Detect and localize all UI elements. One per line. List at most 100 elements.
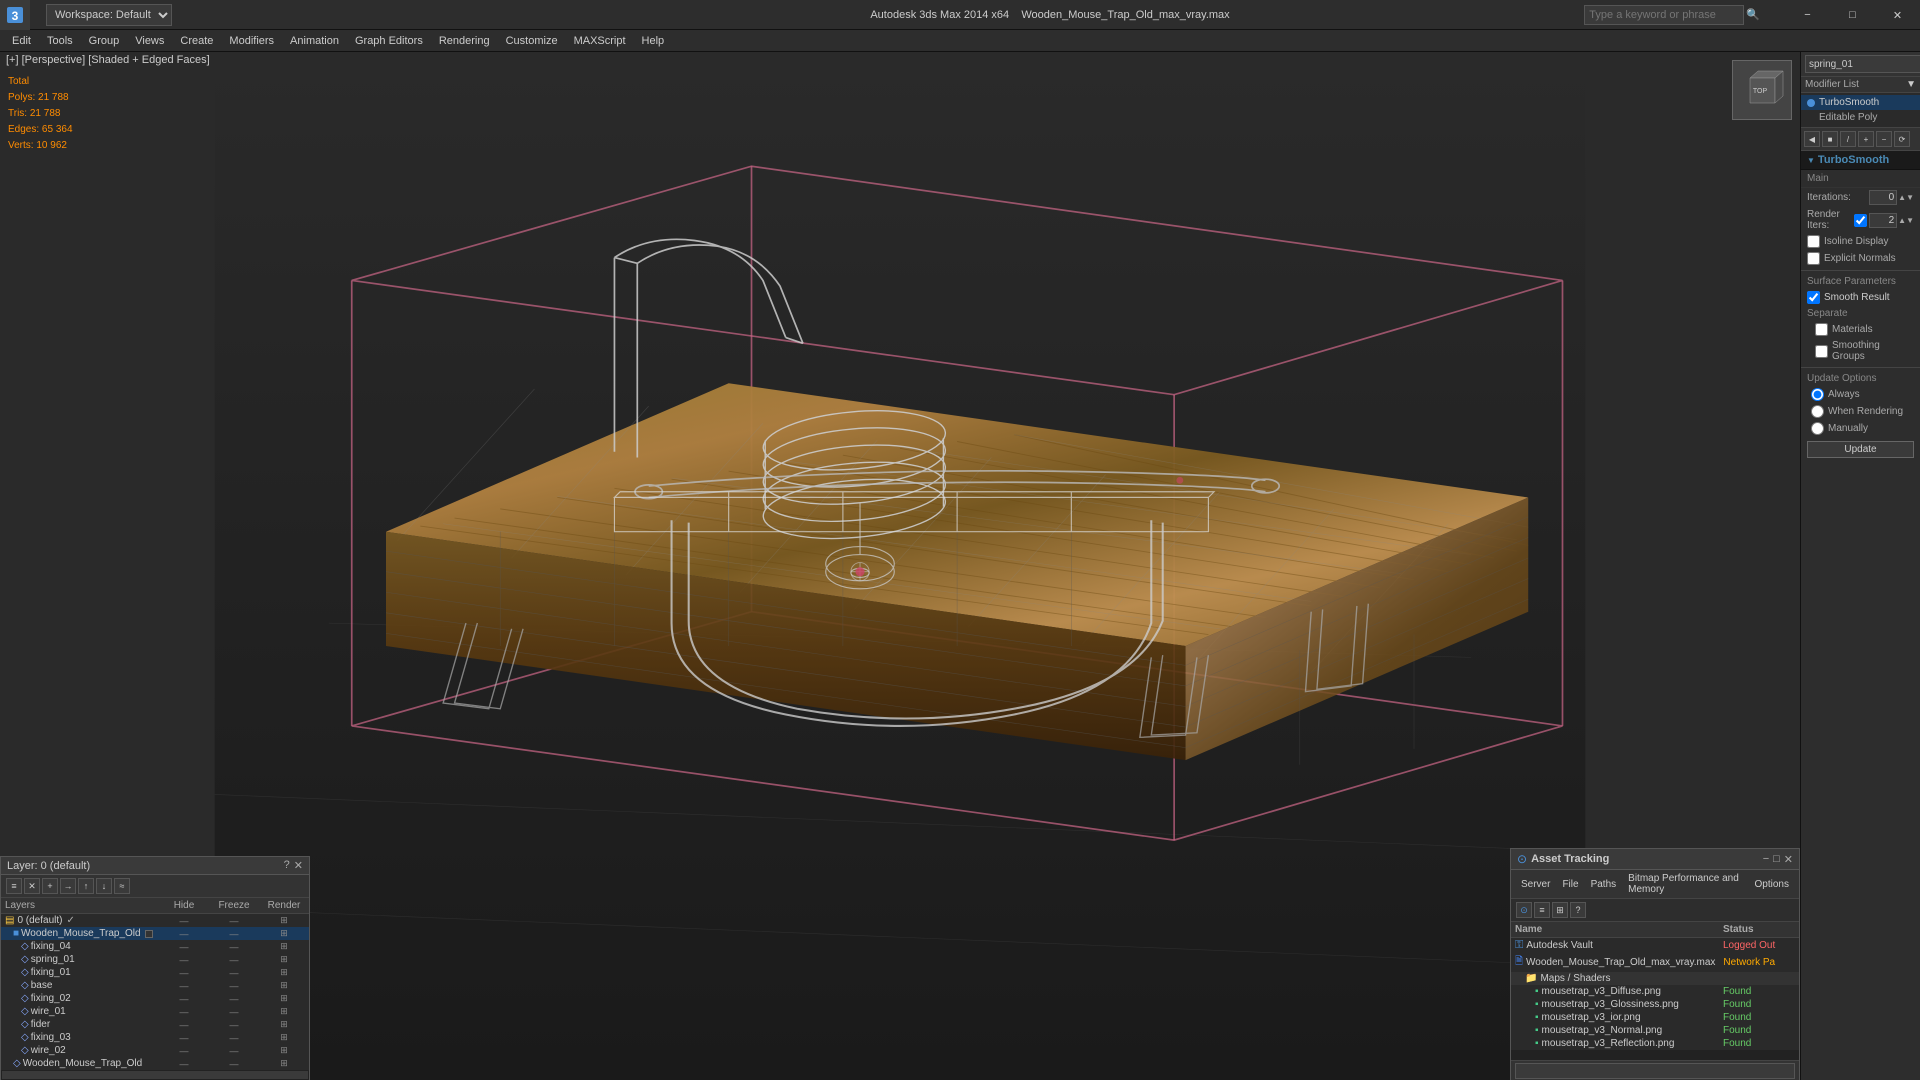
layer-toolbar-btn-1[interactable]: ≡	[6, 878, 22, 894]
ts-iterations-spinner[interactable]: ▲▼	[1898, 193, 1914, 202]
ts-explicit-label: Explicit Normals	[1824, 253, 1896, 264]
asset-menu-options[interactable]: Options	[1749, 878, 1795, 891]
workspace-select[interactable]: Workspace: Default	[46, 4, 172, 26]
menu-customize[interactable]: Customize	[498, 33, 566, 49]
asset-row-diffuse[interactable]: ▪ mousetrap_v3_Diffuse.png Found	[1511, 985, 1799, 998]
asset-toolbar-btn-4[interactable]: ?	[1570, 902, 1586, 918]
ts-render-iters-checkbox[interactable]	[1854, 214, 1867, 227]
modifier-icon-btn-6[interactable]: ⟳	[1894, 131, 1910, 147]
search-icon[interactable]: 🔍	[1746, 8, 1760, 21]
ts-smoothing-checkbox[interactable]	[1815, 345, 1828, 358]
layer-row-fixing01[interactable]: ◇fixing_01 ——⊞	[1, 966, 309, 979]
asset-rows: ⚿ Autodesk Vault Logged Out 🗎 Wooden_Mou…	[1511, 938, 1799, 1050]
menu-views[interactable]: Views	[127, 33, 172, 49]
ts-render-iters-input[interactable]	[1869, 213, 1897, 228]
turbosmooth-section-header[interactable]: ▼ TurboSmooth	[1801, 151, 1920, 170]
modifier-icon-btn-2[interactable]: ■	[1822, 131, 1838, 147]
right-sidebar: Modifier List ▼ TurboSmooth Editable Pol…	[1800, 52, 1920, 1080]
layer-toolbar-btn-7[interactable]: ≈	[114, 878, 130, 894]
layer-toolbar-btn-3[interactable]: +	[42, 878, 58, 894]
modifier-list-dropdown[interactable]: ▼	[1906, 79, 1916, 90]
layer-row-fixing03[interactable]: ◇fixing_03 ——⊞	[1, 1031, 309, 1044]
asset-scrollbar[interactable]	[1511, 1050, 1799, 1060]
layer-row-wooden-trap-2[interactable]: ◇Wooden_Mouse_Trap_Old ——⊞	[1, 1057, 309, 1070]
ts-when-rendering-radio[interactable]	[1811, 405, 1824, 418]
modifier-editable-poly[interactable]: Editable Poly	[1801, 110, 1920, 125]
layer-toolbar-btn-5[interactable]: ↑	[78, 878, 94, 894]
modifier-icon-btn-4[interactable]: +	[1858, 131, 1874, 147]
asset-row-maps-folder[interactable]: 📁 Maps / Shaders	[1511, 972, 1799, 985]
vault-status: Logged Out	[1719, 940, 1799, 951]
layer-toolbar-btn-4[interactable]: →	[60, 878, 76, 894]
asset-minimize-button[interactable]: −	[1763, 853, 1769, 866]
ts-materials-checkbox[interactable]	[1815, 323, 1828, 336]
asset-row-reflection[interactable]: ▪ mousetrap_v3_Reflection.png Found	[1511, 1037, 1799, 1050]
layer-toolbar-btn-6[interactable]: ↓	[96, 878, 112, 894]
menu-rendering[interactable]: Rendering	[431, 33, 498, 49]
modifier-icon-btn-1[interactable]: ◀	[1804, 131, 1820, 147]
menu-group[interactable]: Group	[81, 33, 128, 49]
layer-row-fixing02[interactable]: ◇fixing_02 ——⊞	[1, 992, 309, 1005]
ts-render-iters-spinner[interactable]: ▲▼	[1898, 216, 1914, 225]
ts-update-button[interactable]: Update	[1807, 441, 1914, 458]
maps-folder-name: Maps / Shaders	[1540, 973, 1610, 984]
menu-graph-editors[interactable]: Graph Editors	[347, 33, 431, 49]
layer-help-button[interactable]: ?	[284, 859, 290, 872]
asset-row-ior[interactable]: ▪ mousetrap_v3_ior.png Found	[1511, 1011, 1799, 1024]
asset-close-button[interactable]: ✕	[1784, 853, 1793, 866]
asset-toolbar-btn-3[interactable]: ⊞	[1552, 902, 1568, 918]
ts-separate-label: Separate	[1801, 306, 1920, 321]
ts-manually-radio[interactable]	[1811, 422, 1824, 435]
layer-row-wooden-trap[interactable]: ■ Wooden_Mouse_Trap_Old — — ⊞	[1, 927, 309, 940]
object-name-input[interactable]	[1805, 55, 1920, 73]
ts-explicit-checkbox[interactable]	[1807, 252, 1820, 265]
asset-path-bar	[1511, 1060, 1799, 1080]
menu-help[interactable]: Help	[634, 33, 673, 49]
layer-row-wire02[interactable]: ◇wire_02 ——⊞	[1, 1044, 309, 1057]
ts-always-radio[interactable]	[1811, 388, 1824, 401]
menu-animation[interactable]: Animation	[282, 33, 347, 49]
asset-path-input[interactable]	[1515, 1063, 1795, 1079]
layer-close-button[interactable]: ✕	[294, 859, 303, 872]
asset-toolbar-btn-1[interactable]: ⊙	[1516, 902, 1532, 918]
layer-toolbar-btn-2[interactable]: ✕	[24, 878, 40, 894]
layer-row-default[interactable]: ▤ 0 (default) ✓ — — ⊞	[1, 914, 309, 927]
layer-row-base[interactable]: ◇base ——⊞	[1, 979, 309, 992]
menu-tools[interactable]: Tools	[39, 33, 81, 49]
asset-maximize-button[interactable]: □	[1773, 853, 1780, 866]
viewcube[interactable]: TOP	[1732, 60, 1792, 120]
asset-row-vault[interactable]: ⚿ Autodesk Vault Logged Out	[1511, 938, 1799, 953]
ts-isoline-checkbox[interactable]	[1807, 235, 1820, 248]
layer-row-fixing04[interactable]: ◇fixing_04 ——⊞	[1, 940, 309, 953]
asset-row-normal[interactable]: ▪ mousetrap_v3_Normal.png Found	[1511, 1024, 1799, 1037]
layer-row-spring01[interactable]: ◇spring_01 ——⊞	[1, 953, 309, 966]
asset-menu-file[interactable]: File	[1556, 878, 1584, 891]
menu-maxscript[interactable]: MAXScript	[566, 33, 634, 49]
layer-row-fider[interactable]: ◇fider ——⊞	[1, 1018, 309, 1031]
ts-iterations-input[interactable]	[1869, 190, 1897, 205]
asset-row-glossiness[interactable]: ▪ mousetrap_v3_Glossiness.png Found	[1511, 998, 1799, 1011]
modifier-list-label: Modifier List	[1805, 79, 1906, 90]
maximize-button[interactable]: □	[1830, 0, 1875, 30]
asset-row-max-file[interactable]: 🗎 Wooden_Mouse_Trap_Old_max_vray.max Net…	[1511, 953, 1799, 972]
minimize-button[interactable]: −	[1785, 0, 1830, 30]
menu-modifiers[interactable]: Modifiers	[221, 33, 282, 49]
modifier-icon-btn-3[interactable]: /	[1840, 131, 1856, 147]
menu-create[interactable]: Create	[172, 33, 221, 49]
asset-menu-paths[interactable]: Paths	[1585, 878, 1623, 891]
asset-toolbar-btn-2[interactable]: ≡	[1534, 902, 1550, 918]
close-button[interactable]: ✕	[1875, 0, 1920, 30]
asset-menu-server[interactable]: Server	[1515, 878, 1556, 891]
ts-smooth-result-checkbox[interactable]	[1807, 291, 1820, 304]
asset-panel-icon: ⊙	[1517, 852, 1527, 866]
layer-row-wire01[interactable]: ◇wire_01 ——⊞	[1, 1005, 309, 1018]
modifier-icon-btn-5[interactable]: −	[1876, 131, 1892, 147]
menu-edit[interactable]: Edit	[4, 33, 39, 49]
reflection-status: Found	[1719, 1038, 1799, 1049]
max-file-name: Wooden_Mouse_Trap_Old_max_vray.max	[1526, 957, 1715, 968]
layer-scrollbar[interactable]	[1, 1070, 309, 1080]
reflection-icon: ▪	[1535, 1038, 1539, 1049]
asset-menu-bitmap[interactable]: Bitmap Performance and Memory	[1622, 872, 1748, 896]
modifier-turbosmooth[interactable]: TurboSmooth	[1801, 95, 1920, 110]
search-input[interactable]	[1584, 5, 1744, 25]
